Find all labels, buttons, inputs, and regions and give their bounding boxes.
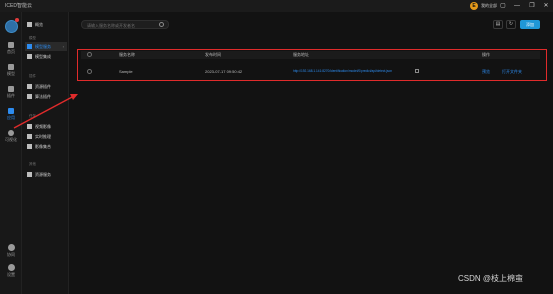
user-menu-label[interactable]: 我的全部 — [481, 3, 497, 9]
rail-item-label: 模型 — [7, 71, 15, 76]
app-icon — [8, 108, 14, 114]
rail-item-settings[interactable]: 设置 — [0, 264, 22, 278]
search-icon[interactable] — [159, 22, 164, 27]
user-avatar[interactable]: E — [470, 2, 478, 10]
main-content: ▤ ↻ 添加 服务名称 发布时间 服务地址 操作 Sample 2023-07-… — [69, 12, 553, 294]
notification-dot-icon — [15, 18, 19, 22]
rail-item-label: 应用 — [7, 115, 15, 120]
rail-item-label: 设置 — [7, 272, 15, 277]
sidebar-item-label: 模型集成 — [35, 54, 51, 59]
rail-item-visual[interactable]: 可视化 — [0, 128, 22, 146]
search-box[interactable] — [81, 20, 169, 29]
watermark-text: CSDN @枝上棉蛮 — [458, 274, 524, 283]
window-maximize-button[interactable]: ❐ — [527, 1, 537, 11]
sidebar-item-algorithm-plugin[interactable]: 算法插件 — [25, 92, 67, 101]
app-title: ICED智能云 — [5, 3, 32, 9]
sidebar-item-label: 资源插件 — [35, 84, 51, 89]
sidebar-item-model-integration[interactable]: 模型集成 — [25, 52, 67, 61]
sidebar-item-overview[interactable]: 概览 — [27, 22, 43, 28]
refresh-button[interactable]: ↻ — [506, 20, 516, 29]
secondary-sidebar: 概览 模型 模型服务 › 模型集成 插件 资源插件 算法插件 任务 视频影像 实… — [22, 12, 69, 294]
rail-item-collab[interactable]: 协同 — [0, 244, 22, 258]
video-image-icon — [27, 124, 32, 130]
annotation-highlight-box — [77, 49, 547, 81]
title-bar: ICED智能云 E 我的全部 ▢ — ❐ ✕ — [0, 0, 553, 12]
sidebar-item-resource-plugin[interactable]: 资源插件 — [25, 82, 67, 91]
rail-item-model[interactable]: 模型 — [0, 62, 22, 80]
rail-item-label: 协同 — [7, 252, 15, 257]
plugin-icon — [8, 86, 14, 92]
visual-icon — [8, 130, 14, 136]
rail-item-label: 可视化 — [5, 137, 17, 142]
sidebar-group-title: 模型 — [29, 36, 36, 40]
primary-rail: 首页 模型 插件 应用 可视化 协同 设置 — [0, 12, 22, 294]
collab-icon — [7, 244, 15, 251]
sidebar-item-label: 实时推理 — [35, 134, 51, 139]
sidebar-item-label: 算法插件 — [35, 94, 51, 99]
sidebar-group-title: 任务 — [29, 114, 36, 118]
filter-button[interactable]: ▤ — [493, 20, 503, 29]
sidebar-item-label: 模型服务 — [35, 44, 51, 49]
model-integration-icon — [27, 54, 32, 60]
rail-item-label: 插件 — [7, 93, 15, 98]
algorithm-plugin-icon — [27, 94, 32, 100]
sidebar-item-model-service[interactable]: 模型服务 › — [25, 42, 67, 51]
rail-item-home[interactable]: 首页 — [0, 40, 22, 58]
rail-item-app[interactable]: 应用 — [0, 106, 22, 124]
sidebar-item-label: 概览 — [35, 22, 43, 27]
resource-service-icon — [27, 172, 32, 178]
sidebar-item-resource-service[interactable]: 资源服务 — [25, 170, 67, 179]
sidebar-item-video-image[interactable]: 视频影像 — [25, 122, 67, 131]
window-minimize-button[interactable]: — — [512, 1, 522, 11]
window-pin-icon[interactable]: ▢ — [498, 1, 508, 11]
rail-item-plugin[interactable]: 插件 — [0, 84, 22, 102]
sidebar-item-image-collection[interactable]: 影像集合 — [25, 142, 67, 151]
window-close-button[interactable]: ✕ — [541, 1, 551, 11]
chevron-right-icon: › — [62, 44, 64, 49]
realtime-inference-icon — [27, 134, 32, 140]
home-icon — [8, 42, 14, 48]
image-collection-icon — [27, 144, 32, 150]
model-icon — [8, 64, 14, 70]
overview-icon — [27, 22, 32, 28]
sidebar-group-title: 插件 — [29, 74, 36, 78]
sidebar-group-title: 其他 — [29, 162, 36, 166]
sidebar-item-realtime-inference[interactable]: 实时推理 — [25, 132, 67, 141]
sidebar-item-label: 视频影像 — [35, 124, 51, 129]
sidebar-item-label: 影像集合 — [35, 144, 51, 149]
resource-plugin-icon — [27, 84, 32, 90]
search-input[interactable] — [87, 22, 157, 28]
settings-icon — [7, 264, 15, 271]
add-button[interactable]: 添加 — [520, 20, 540, 29]
rail-item-label: 首页 — [7, 49, 15, 54]
model-service-icon — [27, 44, 32, 50]
sidebar-item-label: 资源服务 — [35, 172, 51, 177]
